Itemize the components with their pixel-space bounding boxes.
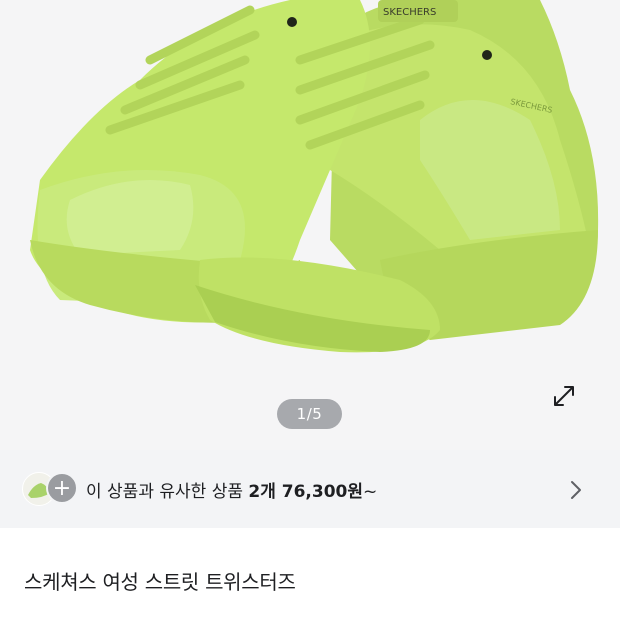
brand-print: SKECHERS (383, 7, 436, 18)
similar-products-banner[interactable]: + 이 상품과 유사한 상품 2개 76,300원~ (0, 450, 620, 528)
chevron-right-icon (571, 481, 581, 499)
image-page-indicator: 1/5 (277, 399, 342, 429)
product-title: 스케쳐스 여성 스트릿 트위스터즈 (24, 570, 296, 594)
similar-suffix: ~ (363, 482, 378, 502)
expand-button[interactable] (552, 384, 598, 430)
expand-icon (554, 386, 574, 406)
plus-icon: + (46, 472, 78, 504)
similar-thumbnails: + (22, 472, 82, 506)
similar-count-price: 2개 76,300원 (248, 482, 364, 502)
similar-prefix: 이 상품과 유사한 상품 (86, 482, 249, 502)
similar-products-text: 이 상품과 유사한 상품 2개 76,300원~ (86, 477, 377, 502)
product-image: SKECHERS SKECHERS (30, 0, 599, 353)
product-image-gallery[interactable]: SKECHERS SKECHERS 1/5 (0, 0, 620, 450)
